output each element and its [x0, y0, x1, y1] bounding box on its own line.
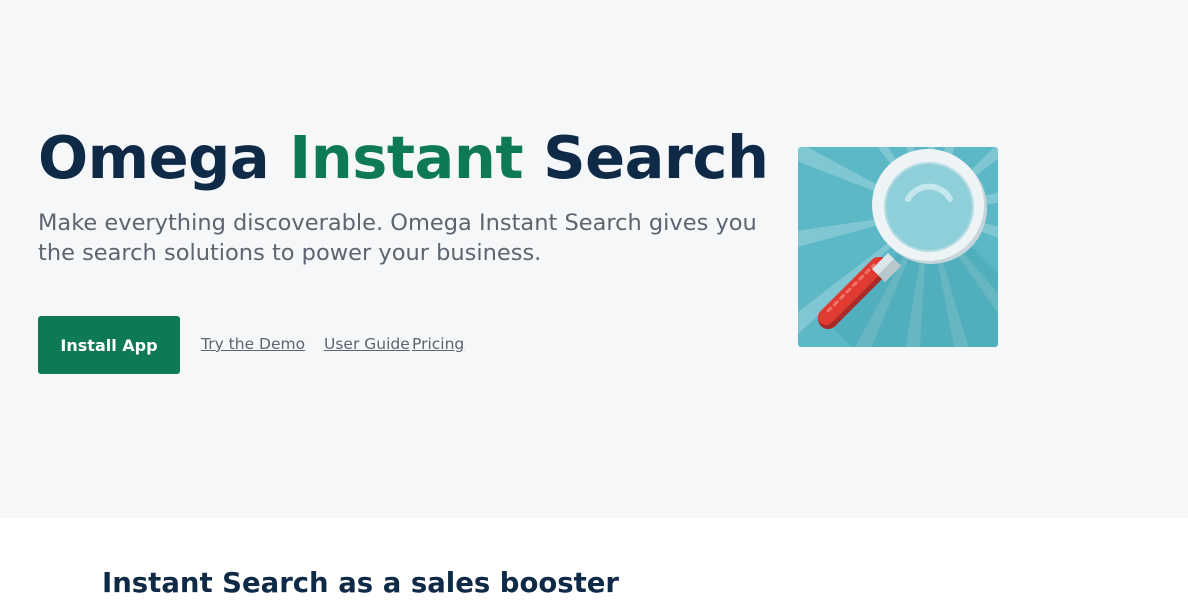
pricing-link[interactable]: Pricing	[412, 334, 464, 354]
title-word-search: Search	[543, 123, 769, 192]
install-app-button[interactable]: Install App	[38, 316, 180, 374]
magnifying-glass-icon	[798, 147, 998, 347]
page-title: Omega Instant Search	[38, 118, 769, 198]
try-demo-link[interactable]: Try the Demo	[201, 334, 305, 354]
hero-subtitle: Make everything discoverable. Omega Inst…	[38, 210, 757, 266]
user-guide-link[interactable]: User Guide	[324, 334, 410, 354]
title-word-instant: Instant	[289, 123, 524, 192]
features-heading: Instant Search as a sales booster	[102, 567, 619, 599]
hero-section: Omega Instant Search Make everything dis…	[0, 0, 1188, 518]
title-word-omega: Omega	[38, 123, 270, 192]
